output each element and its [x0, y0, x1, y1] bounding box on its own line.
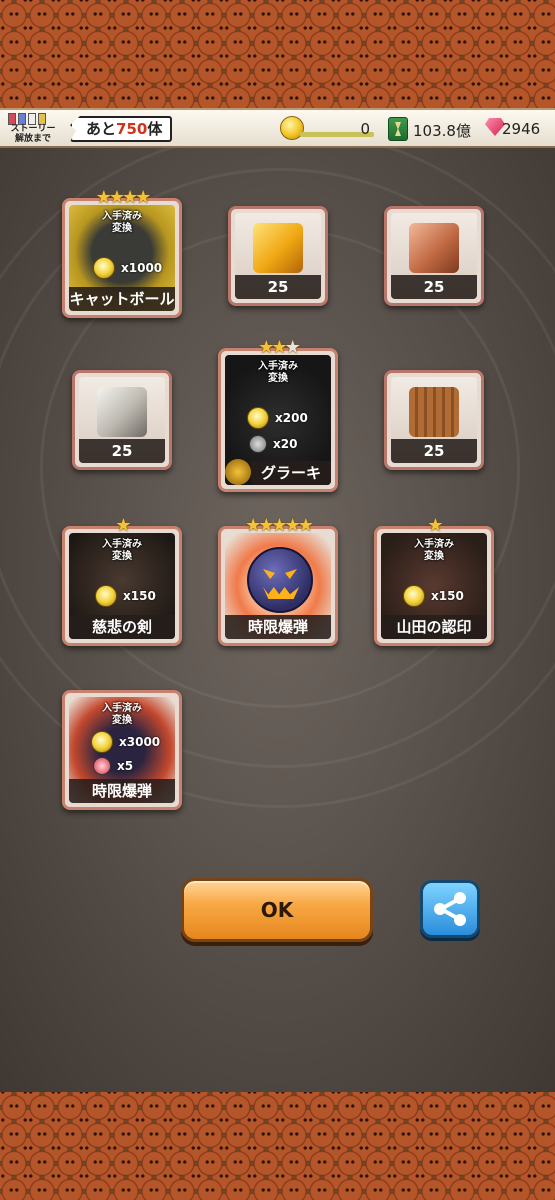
owned-convert-label: 入手済み 変換 — [258, 361, 298, 384]
reward-copper-cube[interactable]: 25 — [384, 206, 484, 306]
reward-gold-cube[interactable]: 25 — [228, 206, 328, 306]
conversion-cost: x200 — [247, 407, 308, 429]
cost-value: x3000 — [119, 735, 161, 749]
cat-coin-icon — [403, 585, 425, 607]
cost-value: x150 — [123, 589, 156, 603]
remain-counter: あと750体 — [70, 116, 173, 142]
item-name: 慈悲の剣 — [69, 615, 175, 639]
bottom-decor-band — [0, 1092, 555, 1200]
cat-coin-icon — [247, 407, 269, 429]
gem-value: 2946 — [502, 120, 541, 138]
rarity-stars: ★★★★ — [95, 187, 152, 208]
reward-wood-cube[interactable]: 25 — [384, 370, 484, 470]
cat-coin-icon — [91, 731, 113, 753]
reward-stone-cube[interactable]: 25 — [72, 370, 172, 470]
conversion-cost: x1000 — [93, 257, 162, 279]
cat-food-value: 0 — [360, 120, 370, 138]
cost-value: x5 — [117, 759, 134, 773]
reward-grarki[interactable]: ★★★ 入手済み 変換 x200 x20 グラーキ — [218, 337, 338, 492]
owned-convert-label: 入手済み 変換 — [102, 211, 142, 234]
item-name: 山田の認印 — [381, 615, 487, 639]
time-bomb-icon — [247, 547, 313, 613]
owned-convert-label: 入手済み 変換 — [102, 703, 142, 726]
conversion-cost-secondary: x5 — [93, 757, 133, 775]
top-decor-band — [0, 0, 555, 108]
reward-catball[interactable]: ★★★★ 入手済み 変換 x1000 キャットボール — [62, 187, 182, 318]
item-count: 25 — [79, 439, 165, 463]
conversion-cost: x150 — [403, 585, 464, 607]
item-count: 25 — [391, 275, 477, 299]
reward-yamada-seal[interactable]: ★ 入手済み 変換 x150 山田の認印 — [374, 515, 494, 646]
status-bar: ストーリー 解放まで あと750体 0 103.8億 2946 — [0, 108, 555, 148]
cat-coin-icon — [93, 257, 115, 279]
conversion-cost: x150 — [95, 585, 156, 607]
cost-value: x150 — [431, 589, 464, 603]
gold-cube-icon — [253, 223, 303, 273]
remain-prefix: あと — [86, 120, 117, 138]
reward-panel: ★★★★ 入手済み 変換 x1000 キャットボール 25 25 25 ★★★ … — [0, 148, 555, 1092]
rarity-stars: ★ — [427, 515, 443, 536]
conversion-cost: x3000 — [91, 731, 160, 753]
ok-button[interactable]: OK — [181, 878, 373, 942]
cat-coin-icon — [95, 585, 117, 607]
conversion-cost-secondary: x20 — [249, 435, 297, 453]
owned-convert-label: 入手済み 変換 — [414, 539, 454, 562]
material-icon — [93, 757, 111, 775]
stone-cube-icon — [97, 387, 147, 437]
share-icon — [434, 892, 466, 926]
item-count: 25 — [391, 439, 477, 463]
rarity-stars: ★★★★★ — [245, 515, 314, 536]
reward-mercy-sword[interactable]: ★ 入手済み 変換 x150 慈悲の剣 — [62, 515, 182, 646]
remain-suffix: 体 — [147, 120, 163, 138]
wood-cube-icon — [409, 387, 459, 437]
share-button[interactable] — [420, 880, 480, 938]
item-count: 25 — [235, 275, 321, 299]
story-unlock-label: ストーリー 解放まで — [10, 124, 56, 144]
material-icon — [249, 435, 267, 453]
item-name: 時限爆弾 — [69, 779, 175, 803]
remain-count: 750 — [116, 120, 148, 138]
reward-time-bomb[interactable]: ★★★★★ 時限爆弾 — [218, 515, 338, 646]
character-badge-icon — [225, 459, 251, 485]
cost-value: x20 — [273, 437, 298, 451]
item-name: 時限爆弾 — [225, 615, 331, 639]
reward-time-bomb-owned[interactable]: 入手済み 変換 x3000 x5 時限爆弾 — [62, 690, 182, 810]
item-name: グラーキ — [251, 461, 331, 485]
rarity-stars: ★★★ — [258, 337, 300, 358]
rarity-stars: ★ — [115, 515, 131, 536]
cost-value: x200 — [275, 411, 308, 425]
cost-value: x1000 — [121, 261, 163, 275]
item-name: キャットボール — [69, 287, 175, 311]
copper-cube-icon — [409, 223, 459, 273]
xp-value: 103.8億 — [413, 122, 471, 140]
xp-icon — [388, 117, 408, 141]
owned-convert-label: 入手済み 変換 — [102, 539, 142, 562]
